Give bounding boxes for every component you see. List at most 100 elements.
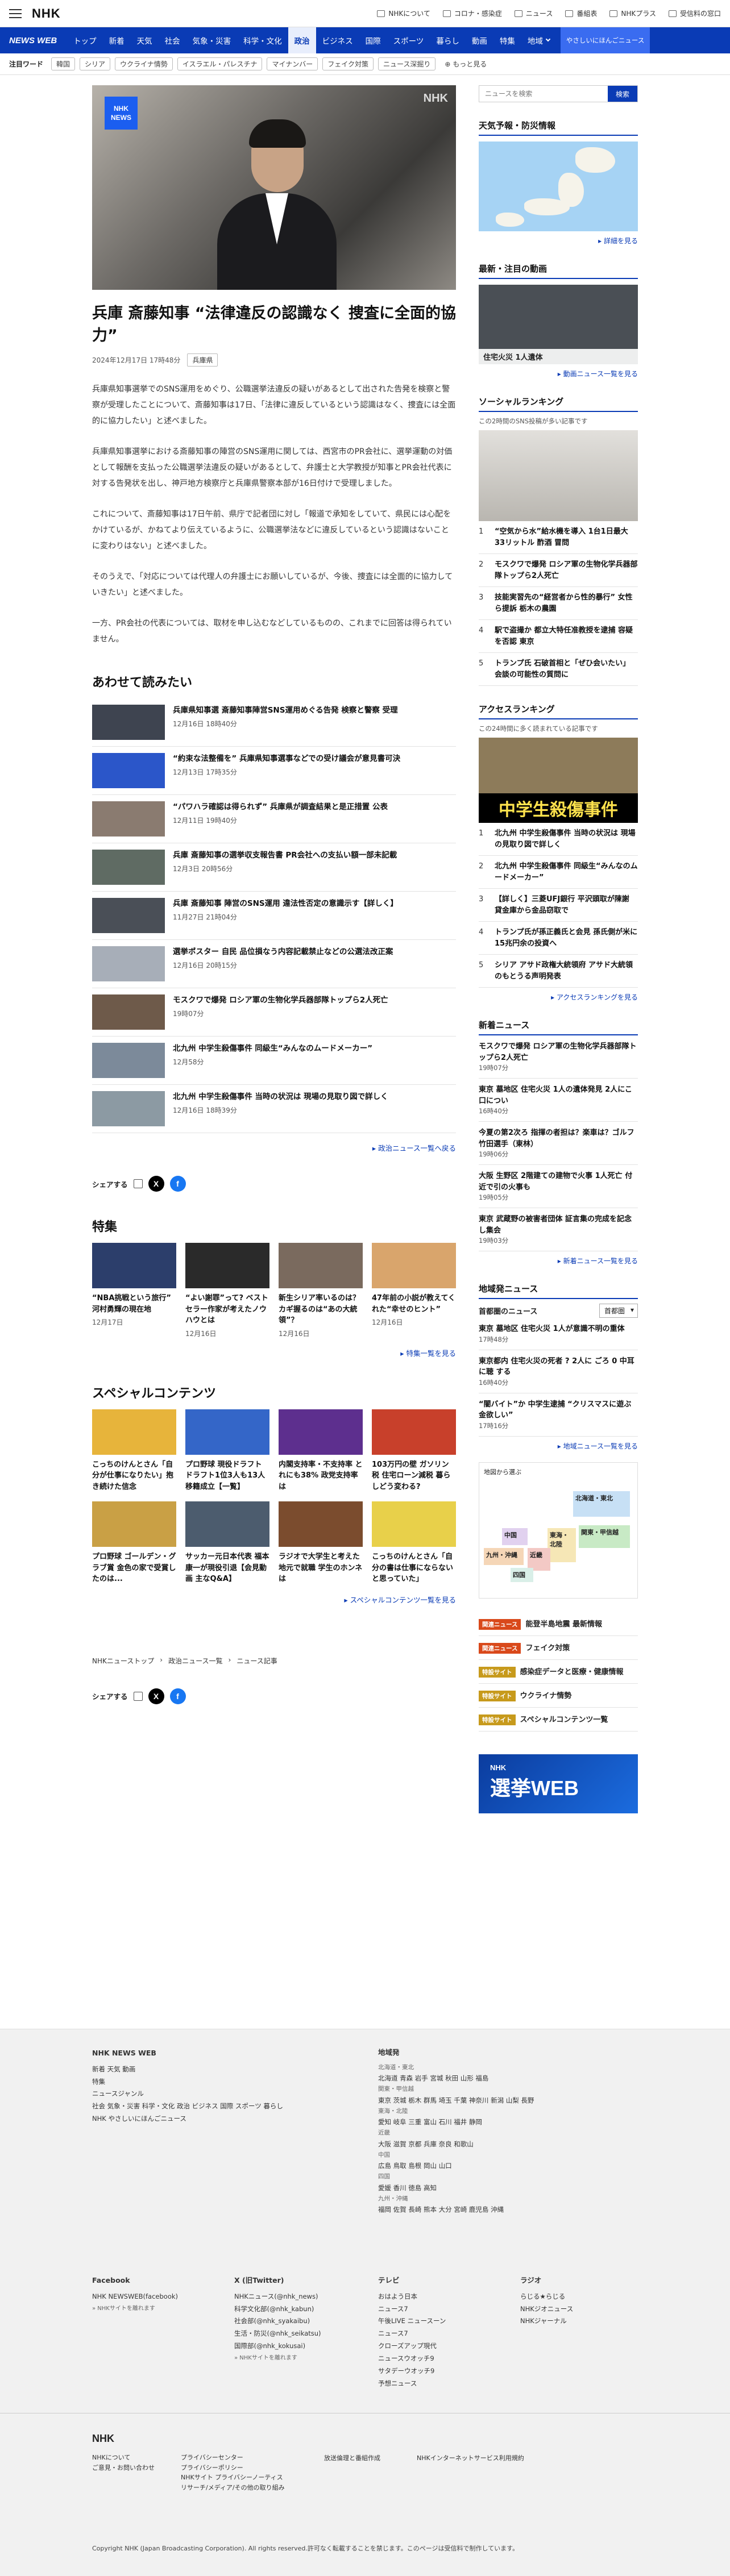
ranking-item[interactable]: 4 駅で盗撮か 都立大特任准教授を逮捕 容疑を否認 東京 — [479, 620, 638, 653]
feature-card[interactable]: 新生シリア率いるのは？カギ握るのは“あの大統領”？ 12月16日 — [279, 1243, 363, 1338]
footer-link[interactable]: リサーチ/メディア/その他の取り組み — [181, 2483, 285, 2493]
footer-link[interactable]: 北海道 青森 岩手 宮城 秋田 山形 福島 — [378, 2073, 634, 2084]
nav-disaster[interactable]: 気象・災害 — [186, 27, 238, 53]
trend-tag[interactable]: ニュース深掘り — [378, 57, 436, 70]
related-item[interactable]: 北九州 中学生殺傷事件 同級生“みんなのムードメーカー” 12月58分 — [92, 1037, 456, 1085]
footer-link[interactable]: 大阪 滋賀 京都 兵庫 奈良 和歌山 — [378, 2138, 634, 2150]
footer-link[interactable]: クローズアップ現代 — [378, 2340, 509, 2353]
special-card[interactable]: こっちのけんとさん「自分が仕事になりたい」抱き続けた信念 — [92, 1409, 176, 1493]
footer-link[interactable]: NHKニュース(@nhk_news) — [234, 2291, 365, 2303]
footer-link[interactable]: 福岡 佐賀 長崎 熊本 大分 宮崎 鹿児島 沖縄 — [378, 2204, 634, 2215]
footer-link[interactable]: NHKサイト プライバシーノーティス — [181, 2473, 285, 2483]
region-tile[interactable]: 北海道・東北 — [573, 1491, 630, 1517]
nav-top[interactable]: トップ — [67, 27, 103, 53]
feature-card[interactable]: “よい謝罪”って? ベストセラー作家が考えたノウハウとは 12月16日 — [185, 1243, 269, 1338]
nav-life[interactable]: 暮らし — [430, 27, 466, 53]
special-card[interactable]: こっちのけんとさん「自分の書は仕事にならないと思っていた」 — [372, 1501, 456, 1585]
region-item[interactable]: “闇バイト”か 中学生逮捕 “クリスマスに遊ぶ金欲しい” 17時16分 — [479, 1393, 638, 1437]
related-item[interactable]: “約束な法整備を” 兵庫県知事選事などでの受け議会が意見書可決 12月13日 17… — [92, 747, 456, 796]
nav-politics[interactable]: 政治 — [288, 27, 316, 53]
footer-link[interactable]: NHKジャーナル — [520, 2315, 634, 2328]
footer-link[interactable]: NHKジオニュース — [520, 2303, 634, 2316]
footer-link[interactable]: 科学文化部(@nhk_kabun) — [234, 2303, 365, 2316]
footer-link[interactable]: NHKインターネットサービス利用規約 — [417, 2453, 524, 2465]
special-link[interactable]: 特設サイト 感染症データと医療・健康情報 — [479, 1660, 638, 1684]
article-category[interactable]: 兵庫県 — [187, 353, 218, 367]
weather-map[interactable] — [479, 142, 638, 231]
video-more-link[interactable]: 動画ニュース一覧を見る — [479, 369, 638, 378]
region-tile[interactable]: 中国 — [502, 1528, 528, 1545]
video-thumbnail[interactable]: 住宅火災 1人遺体 — [479, 285, 638, 364]
footer-link[interactable]: 放送倫理と番組作成 — [324, 2453, 380, 2465]
nav-international[interactable]: 国際 — [359, 27, 387, 53]
footer-link[interactable]: らじる★らじる — [520, 2291, 634, 2303]
ranking-item[interactable]: 5 トランプ氏 石破首相と「ぜひ会いたい」 会談の可能性の質問に — [479, 653, 638, 686]
nav-science[interactable]: 科学・文化 — [237, 27, 288, 53]
latest-item[interactable]: 東京 墓地区 住宅火災 1人の遺体発見 2人にこ 口につい 16時40分 — [479, 1079, 638, 1122]
footer-link[interactable]: ニュースジャンル — [92, 2088, 320, 2100]
footer-link[interactable]: プライバシーポリシー — [181, 2463, 285, 2473]
special-more-link[interactable]: スペシャルコンテンツ一覧を見る — [92, 1594, 456, 1605]
nav-feature[interactable]: 特集 — [493, 27, 521, 53]
footer-link[interactable]: 特集 — [92, 2076, 320, 2088]
special-card[interactable]: プロ野球 ゴールデン・グラブ賞 金色の家で受賞したのは... — [92, 1501, 176, 1585]
search-button[interactable]: 検索 — [608, 86, 637, 102]
footer-link[interactable]: 社会 気象・災害 科学・文化 政治 ビジネス 国際 スポーツ 暮らし — [92, 2100, 320, 2113]
election-web-banner[interactable]: NHK 選挙WEB — [479, 1754, 638, 1813]
special-link[interactable]: 関連ニュース フェイク対策 — [479, 1636, 638, 1660]
ranking-item[interactable]: 5 シリア アサド政権大統領府 アサド大統領のもとうる声明発表 — [479, 955, 638, 988]
top-link-news[interactable]: ニュース — [514, 9, 553, 18]
region-item[interactable]: 東京都内 住宅火災の死者 ? 2人に ごろ 0 中耳に聴 する 16時40分 — [479, 1350, 638, 1393]
footer-link[interactable]: おはよう日本 — [378, 2291, 509, 2303]
x-share-icon[interactable]: X — [148, 1688, 164, 1704]
region-tile[interactable]: 九州・沖縄 — [484, 1547, 524, 1565]
nav-easy-japanese[interactable]: やさしいにほんごニュース — [560, 27, 650, 53]
latest-more-link[interactable]: 新着ニュース一覧を見る — [479, 1256, 638, 1266]
footer-link[interactable]: NHKについて — [92, 2453, 155, 2463]
top-link-schedule[interactable]: 番組表 — [565, 9, 597, 18]
breadcrumb-item[interactable]: NHKニューストップ — [92, 1656, 154, 1666]
top-link-about[interactable]: NHKについて — [377, 9, 430, 18]
trend-tag[interactable]: ウクライナ情勢 — [115, 57, 173, 70]
access-ranking-image[interactable]: 中学生殺傷事件 — [479, 738, 638, 823]
related-item[interactable]: “パワハラ確認は得られず” 兵庫県が調査結果と是正措置 公表 12月11日 19時… — [92, 795, 456, 844]
related-item[interactable]: 兵庫県知事選 斎藤知事陣営SNS運用めぐる告発 検察と警察 受理 12月16日 1… — [92, 698, 456, 747]
x-share-icon[interactable]: X — [148, 1176, 164, 1192]
trend-tag[interactable]: マイナンバー — [267, 57, 318, 70]
footer-link[interactable]: NHK NEWSWEB(facebook) — [92, 2291, 223, 2303]
weather-more-link[interactable]: 詳細を見る — [479, 236, 638, 245]
footer-link[interactable]: サタデーウオッチ9 — [378, 2365, 509, 2378]
footer-link[interactable]: プライバシーセンター — [181, 2453, 285, 2463]
footer-link[interactable]: NHK やさしいにほんごニュース — [92, 2113, 320, 2125]
ranking-item[interactable]: 4 トランプ氏が孫正義氏と会見 孫氏側が米に15兆円余の投資へ — [479, 922, 638, 955]
region-tile[interactable]: 東海・北陸 — [548, 1528, 576, 1562]
related-item[interactable]: モスクワで爆発 ロシア軍の生物化学兵器部隊トップら2人死亡 19時07分 — [92, 988, 456, 1037]
footer-link[interactable]: 午後LIVE ニュースーン — [378, 2315, 509, 2328]
footer-link[interactable]: 東京 茨城 栃木 群馬 埼玉 千葉 神奈川 新潟 山梨 長野 — [378, 2095, 634, 2106]
ranking-item[interactable]: 2 北九州 中学生殺傷事件 同級生“みんなのムードメーカー” — [479, 856, 638, 889]
nav-video[interactable]: 動画 — [466, 27, 493, 53]
special-link[interactable]: 特設サイト スペシャルコンテンツ一覧 — [479, 1708, 638, 1732]
related-item[interactable]: 北九州 中学生殺傷事件 当時の状況は 現場の見取り図で詳しく 12月16日 18時… — [92, 1085, 456, 1134]
related-item[interactable]: 兵庫 斎藤知事の選挙収支報告書 PR会社への支払い額一部未記載 12月3日 20時… — [92, 843, 456, 892]
nhk-logo[interactable]: NHK — [32, 6, 61, 21]
ranking-item[interactable]: 2 モスクワで爆発 ロシア軍の生物化学兵器部隊トップら2人死亡 — [479, 554, 638, 587]
special-card[interactable]: サッカー元日本代表 福本康一が現役引退【会見動画 主なQ&A】 — [185, 1501, 269, 1585]
ranking-item[interactable]: 3 【詳しく】三菱UFJ銀行 平沢頭取が陳謝 貸金庫から金品窃取で — [479, 889, 638, 922]
copy-link-icon[interactable] — [133, 1691, 143, 1701]
nav-region[interactable]: 地域 — [521, 27, 556, 53]
special-card[interactable]: ラジオで大学生と考えた 地元で就職 学生のホンネは — [279, 1501, 363, 1585]
copy-link-icon[interactable] — [133, 1179, 143, 1189]
facebook-share-icon[interactable]: f — [169, 1176, 186, 1192]
latest-item[interactable]: 今夏の第2次ろ 指揮の者担は？楽車は？ゴルフ 竹田選手（東林） 19時06分 — [479, 1122, 638, 1165]
latest-item[interactable]: 大阪 生野区 2階建ての建物で火事 1人死亡 付近で引の火事も 19時05分 — [479, 1165, 638, 1208]
special-card[interactable]: 内閣支持率・不支持率 とれにも38% 政党支持率は — [279, 1409, 363, 1493]
footer-link[interactable]: 社会部(@nhk_syakaibu) — [234, 2315, 365, 2328]
nav-society[interactable]: 社会 — [159, 27, 186, 53]
nav-weather[interactable]: 天気 — [131, 27, 159, 53]
footer-link[interactable]: 愛知 岐阜 三重 富山 石川 福井 静岡 — [378, 2116, 634, 2128]
region-more-link[interactable]: 地域ニュース一覧を見る — [479, 1441, 638, 1451]
footer-link[interactable]: 愛媛 香川 徳島 高知 — [378, 2182, 634, 2194]
ranking-item[interactable]: 1 “空気から水”給水機を導入 1台1日最大33リットル 酢酒 冒問 — [479, 521, 638, 554]
news-web-brand[interactable]: NEWS WEB — [9, 36, 57, 45]
